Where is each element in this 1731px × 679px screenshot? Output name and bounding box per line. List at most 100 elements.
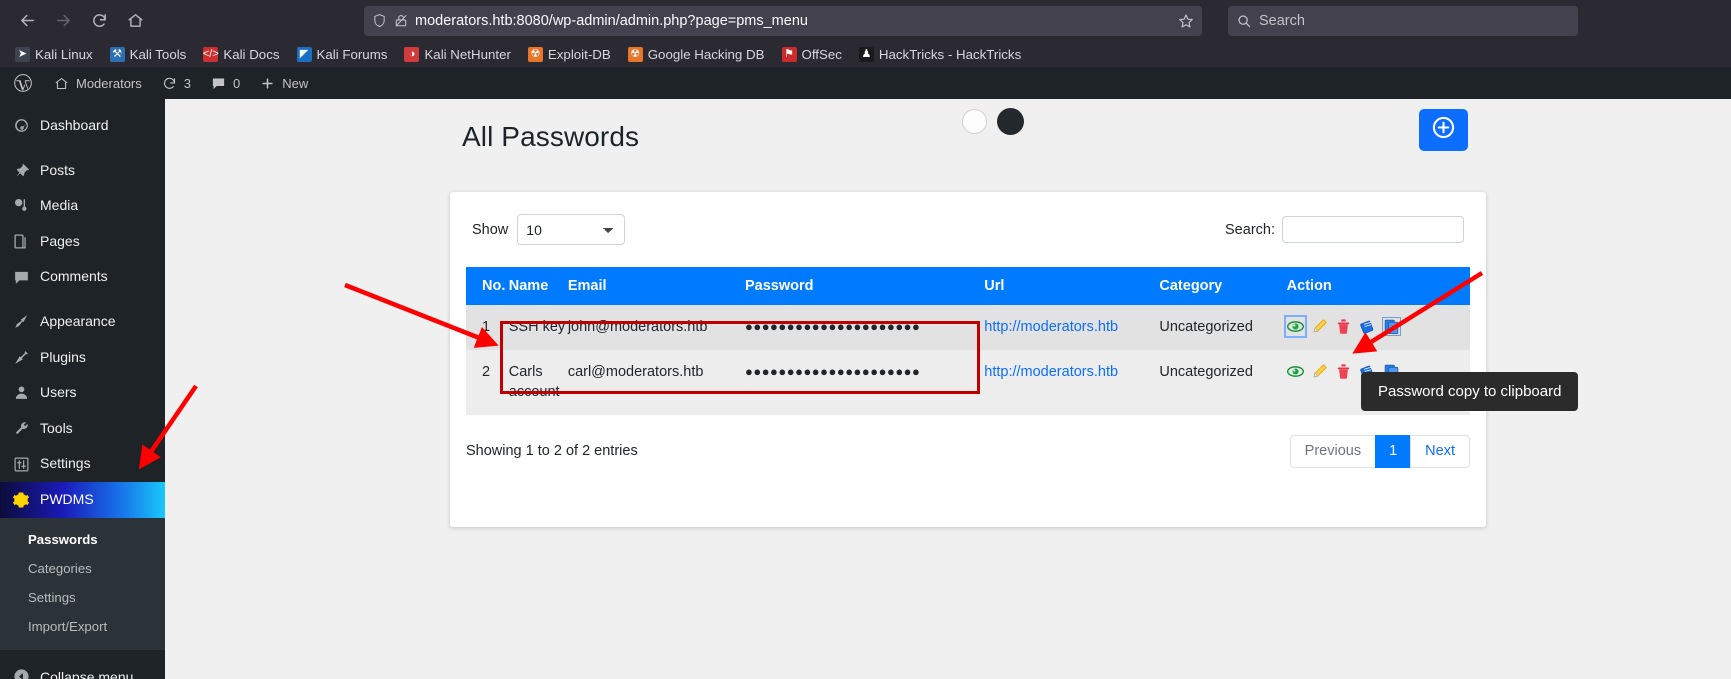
browser-search-bar[interactable]: Search xyxy=(1228,5,1578,36)
sidebar-item-pwdms[interactable]: PWDMS xyxy=(0,481,165,518)
bookmark-label: HackTricks - HackTricks xyxy=(878,46,1022,62)
gear-icon xyxy=(11,491,31,509)
forward-button[interactable] xyxy=(46,4,80,38)
theme-toggle xyxy=(962,108,1024,135)
cell-url: http://moderators.htb xyxy=(984,305,1160,350)
tag-password-icon[interactable] xyxy=(1359,318,1376,335)
sidebar-item-label: Posts xyxy=(40,161,76,178)
sidebar-item-users[interactable]: Users xyxy=(0,375,165,411)
show-entries-select[interactable]: 102550100 xyxy=(517,214,626,245)
sidebar-item-comments[interactable]: Comments xyxy=(0,259,165,295)
bookmark-item[interactable]: ⚑ OffSec xyxy=(775,45,849,64)
password-mask: ●●●●●●●●●●●●●●●●●●●●● xyxy=(744,363,921,379)
cell-no: 2 xyxy=(466,349,509,415)
search-input[interactable] xyxy=(1282,216,1464,243)
pagination-previous[interactable]: Previous xyxy=(1289,434,1377,468)
submenu-item-passwords[interactable]: Passwords xyxy=(0,525,165,554)
password-mask: ●●●●●●●●●●●●●●●●●●●●● xyxy=(744,319,921,334)
new-content-menu[interactable]: New xyxy=(250,67,318,99)
comments-indicator[interactable]: 0 xyxy=(201,67,250,99)
pagination-page-1[interactable]: 1 xyxy=(1375,434,1412,468)
site-name-menu[interactable]: Moderators xyxy=(44,67,152,99)
url-link[interactable]: http://moderators.htb xyxy=(984,364,1118,380)
bookmark-item[interactable]: ⚒ Kali Tools xyxy=(103,45,194,64)
pagination: Previous 1 Next xyxy=(1289,434,1470,468)
view-password-icon[interactable] xyxy=(1283,315,1307,338)
menu-spacer-top xyxy=(0,99,165,108)
cell-url: http://moderators.htb xyxy=(984,349,1160,415)
bookmark-item[interactable]: ☢ Google Hacking DB xyxy=(621,45,772,64)
updates-indicator[interactable]: 3 xyxy=(152,67,201,99)
pagination-next[interactable]: Next xyxy=(1410,434,1470,468)
cell-category: Uncategorized xyxy=(1159,349,1287,415)
sidebar-item-label: PWDMS xyxy=(40,490,94,507)
theme-dark-option[interactable] xyxy=(997,108,1024,135)
edit-password-icon[interactable] xyxy=(1311,318,1328,335)
bookmark-item[interactable]: ◑ Kali NetHunter xyxy=(397,45,517,64)
new-label: New xyxy=(282,75,309,91)
lock-warning-icon[interactable] xyxy=(394,13,408,28)
pwdms-submenu: Passwords Categories Settings Import/Exp… xyxy=(0,517,165,651)
column-header-url[interactable]: Url xyxy=(984,267,1160,305)
column-header-email[interactable]: Email xyxy=(567,267,745,305)
theme-light-option[interactable] xyxy=(962,109,987,134)
edit-password-icon[interactable] xyxy=(1311,363,1328,380)
submenu-item-import-export[interactable]: Import/Export xyxy=(0,612,165,641)
bookmark-label: Exploit-DB xyxy=(547,46,611,62)
collapse-menu-button[interactable]: Collapse menu xyxy=(0,658,165,679)
bookmark-item[interactable]: ☢ Exploit-DB xyxy=(521,45,618,64)
kali-nethunter-icon: ◑ xyxy=(404,46,420,62)
table-row: 2 Carls account carl@moderators.htb ●●●●●●●… xyxy=(466,349,1470,415)
reload-button[interactable] xyxy=(82,4,116,38)
shield-icon[interactable] xyxy=(372,13,387,28)
passwords-card: Show 102550100 Search: No. Name Email Pa… xyxy=(450,192,1486,527)
column-header-category[interactable]: Category xyxy=(1159,267,1287,305)
bookmark-label: Google Hacking DB xyxy=(647,46,765,62)
sidebar-item-appearance[interactable]: Appearance xyxy=(0,304,165,340)
sidebar-item-dashboard[interactable]: Dashboard xyxy=(0,108,165,144)
submenu-item-settings[interactable]: Settings xyxy=(0,583,165,612)
bookmark-label: Kali Tools xyxy=(129,46,187,62)
media-icon xyxy=(11,197,31,214)
view-password-icon[interactable] xyxy=(1286,363,1304,380)
bookmark-label: Kali Forums xyxy=(316,46,388,62)
sidebar-item-tools[interactable]: Tools xyxy=(0,411,165,447)
table-controls: Show 102550100 Search: xyxy=(450,192,1486,245)
sidebar-item-posts[interactable]: Posts xyxy=(0,153,165,189)
delete-password-icon[interactable] xyxy=(1335,363,1352,380)
delete-password-icon[interactable] xyxy=(1335,318,1352,335)
bookmark-star-icon[interactable] xyxy=(1178,13,1194,29)
bookmark-item[interactable]: ➤ Kali Linux xyxy=(8,45,100,64)
search-group: Search: xyxy=(1225,216,1464,243)
sidebar-item-label: Tools xyxy=(40,419,73,436)
sidebar-item-plugins[interactable]: Plugins xyxy=(0,340,165,376)
column-header-no[interactable]: No. xyxy=(466,267,509,305)
bookmark-item[interactable]: </> Kali Docs xyxy=(196,45,286,64)
column-header-name[interactable]: Name xyxy=(508,267,568,305)
dashboard-icon xyxy=(11,117,31,134)
wp-admin-bar: Moderators 3 0 New xyxy=(0,67,1731,99)
wordpress-logo-icon[interactable] xyxy=(0,67,44,99)
menu-spacer-1 xyxy=(0,144,165,153)
kali-dragon-icon: ➤ xyxy=(15,46,30,62)
copy-password-icon[interactable] xyxy=(1381,317,1401,336)
sidebar-item-pages[interactable]: Pages xyxy=(0,224,165,260)
table-row: 1 SSH key john@moderators.htb ●●●●●●●●●●●●●… xyxy=(466,305,1470,350)
add-password-button[interactable] xyxy=(1419,109,1468,151)
exploit-db-icon: ☢ xyxy=(527,46,543,62)
column-header-password[interactable]: Password xyxy=(744,267,985,305)
submenu-item-categories[interactable]: Categories xyxy=(0,554,165,583)
address-bar[interactable]: moderators.htb:8080/wp-admin/admin.php?p… xyxy=(364,5,1202,36)
back-button[interactable] xyxy=(10,4,44,38)
sidebar-item-settings[interactable]: Settings xyxy=(0,446,165,482)
kali-tools-icon: ⚒ xyxy=(109,46,125,62)
table-footer: Showing 1 to 2 of 2 entries Previous 1 N… xyxy=(450,415,1486,468)
bookmark-item[interactable]: ◤ Kali Forums xyxy=(290,45,395,64)
bookmark-item[interactable]: ♟ HackTricks - HackTricks xyxy=(852,45,1028,64)
home-button[interactable] xyxy=(118,4,152,38)
kali-forums-icon: ◤ xyxy=(296,46,312,62)
sidebar-item-label: Users xyxy=(40,384,77,401)
sidebar-item-media[interactable]: Media xyxy=(0,188,165,224)
url-link[interactable]: http://moderators.htb xyxy=(984,319,1118,335)
url-text[interactable]: moderators.htb:8080/wp-admin/admin.php?p… xyxy=(415,13,1171,29)
